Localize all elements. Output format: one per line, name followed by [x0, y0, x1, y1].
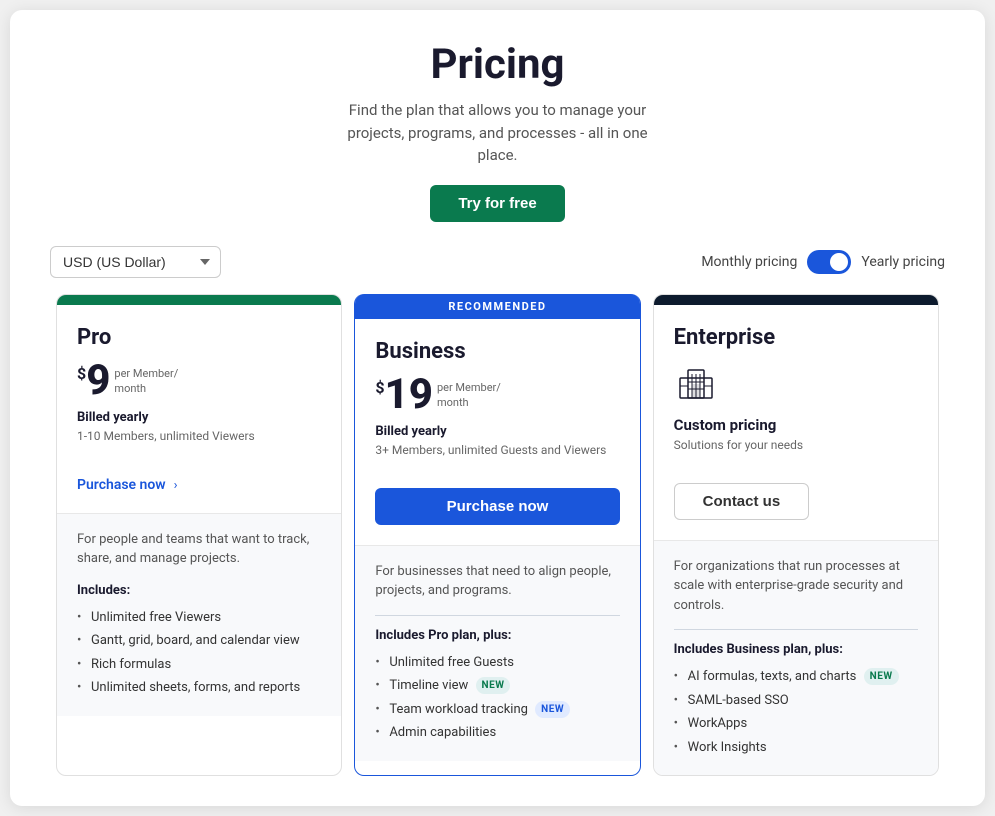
currency-select[interactable]: USD (US Dollar) EUR (Euro) GBP (British … — [50, 246, 221, 278]
plan-name-pro: Pro — [77, 325, 321, 350]
price-dollar-pro: $ — [77, 364, 86, 383]
price-dollar-business: $ — [375, 378, 384, 397]
list-item: Admin capabilities — [375, 721, 619, 745]
price-meta-pro: per Member/ month — [114, 366, 178, 397]
plan-features-business: For businesses that need to align people… — [355, 545, 639, 761]
billing-info-business: Billed yearly 3+ Members, unlimited Gues… — [375, 424, 619, 458]
pricing-header: Pricing Find the plan that allows you to… — [50, 40, 945, 222]
plan-top-business: Business $ 19 per Member/ month Billed y… — [355, 319, 639, 488]
features-desc-business: For businesses that need to align people… — [375, 562, 619, 601]
features-divider-enterprise — [674, 629, 918, 630]
price-meta-business: per Member/ month — [437, 380, 501, 411]
list-item: AI formulas, texts, and charts NEW — [674, 665, 918, 689]
contact-button-enterprise[interactable]: Contact us — [674, 483, 810, 520]
enterprise-icon — [674, 360, 918, 408]
plan-name-business: Business — [375, 339, 619, 364]
recommended-badge: RECOMMENDED — [355, 294, 639, 319]
features-header-business: Includes Pro plan, plus: — [375, 628, 619, 643]
list-item: WorkApps — [674, 712, 918, 736]
plan-cta-business: Purchase now — [355, 488, 639, 545]
list-item: Work Insights — [674, 736, 918, 760]
plan-card-business: RECOMMENDED Business $ 19 per Member/ mo… — [354, 294, 640, 777]
building-icon — [674, 360, 718, 404]
custom-pricing: Custom pricing Solutions for your needs — [674, 416, 918, 453]
new-badge-ai: NEW — [864, 668, 899, 685]
new-badge-workload: NEW — [535, 701, 570, 718]
plan-top-enterprise: Enterprise — [654, 305, 938, 483]
plan-cta-pro: Purchase now › — [57, 474, 341, 513]
billing-toggle[interactable] — [807, 250, 851, 274]
price-row-business: $ 19 per Member/ month — [375, 374, 619, 416]
page-subtitle: Find the plan that allows you to manage … — [328, 99, 668, 167]
list-item: Timeline view NEW — [375, 674, 619, 698]
features-header-pro: Includes: — [77, 583, 321, 598]
plan-features-enterprise: For organizations that run processes at … — [654, 540, 938, 776]
currency-selector-wrapper: USD (US Dollar) EUR (Euro) GBP (British … — [50, 246, 221, 278]
list-item: Rich formulas — [77, 653, 321, 677]
plan-top-pro: Pro $ 9 per Member/ month Billed yearly … — [57, 305, 341, 474]
plan-cta-enterprise: Contact us — [654, 483, 938, 540]
list-item: Team workload tracking NEW — [375, 698, 619, 722]
features-list-pro: Unlimited free Viewers Gantt, grid, boar… — [77, 606, 321, 700]
plan-features-pro: For people and teams that want to track,… — [57, 513, 341, 716]
plan-card-enterprise: Enterprise — [653, 294, 939, 777]
billing-info-pro: Billed yearly 1-10 Members, unlimited Vi… — [77, 410, 321, 444]
features-header-enterprise: Includes Business plan, plus: — [674, 642, 918, 657]
pricing-toggle: Monthly pricing Yearly pricing — [701, 250, 945, 274]
page-title: Pricing — [50, 40, 945, 89]
features-list-enterprise: AI formulas, texts, and charts NEW SAML-… — [674, 665, 918, 759]
features-desc-pro: For people and teams that want to track,… — [77, 530, 321, 569]
plan-card-pro: Pro $ 9 per Member/ month Billed yearly … — [56, 294, 342, 777]
purchase-link-pro[interactable]: Purchase now — [77, 477, 166, 493]
features-divider — [375, 615, 619, 616]
price-row-pro: $ 9 per Member/ month — [77, 360, 321, 402]
features-list-business: Unlimited free Guests Timeline view NEW … — [375, 651, 619, 745]
list-item: SAML-based SSO — [674, 689, 918, 713]
enterprise-bar — [654, 295, 938, 305]
new-badge-timeline: NEW — [476, 677, 511, 694]
purchase-button-business[interactable]: Purchase now — [375, 488, 619, 525]
yearly-label: Yearly pricing — [861, 254, 945, 270]
purchase-link-arrow: › — [174, 478, 178, 493]
try-free-button[interactable]: Try for free — [430, 185, 564, 222]
features-desc-enterprise: For organizations that run processes at … — [674, 557, 918, 616]
list-item: Gantt, grid, board, and calendar view — [77, 629, 321, 653]
list-item: Unlimited sheets, forms, and reports — [77, 676, 321, 700]
price-amount-pro: 9 — [86, 360, 110, 402]
price-amount-business: 19 — [385, 374, 433, 416]
plan-name-enterprise: Enterprise — [674, 325, 918, 350]
list-item: Unlimited free Guests — [375, 651, 619, 675]
controls-row: USD (US Dollar) EUR (Euro) GBP (British … — [50, 246, 945, 278]
page-container: Pricing Find the plan that allows you to… — [10, 10, 985, 806]
plans-grid: Pro $ 9 per Member/ month Billed yearly … — [50, 294, 945, 777]
monthly-label: Monthly pricing — [701, 254, 797, 270]
list-item: Unlimited free Viewers — [77, 606, 321, 630]
